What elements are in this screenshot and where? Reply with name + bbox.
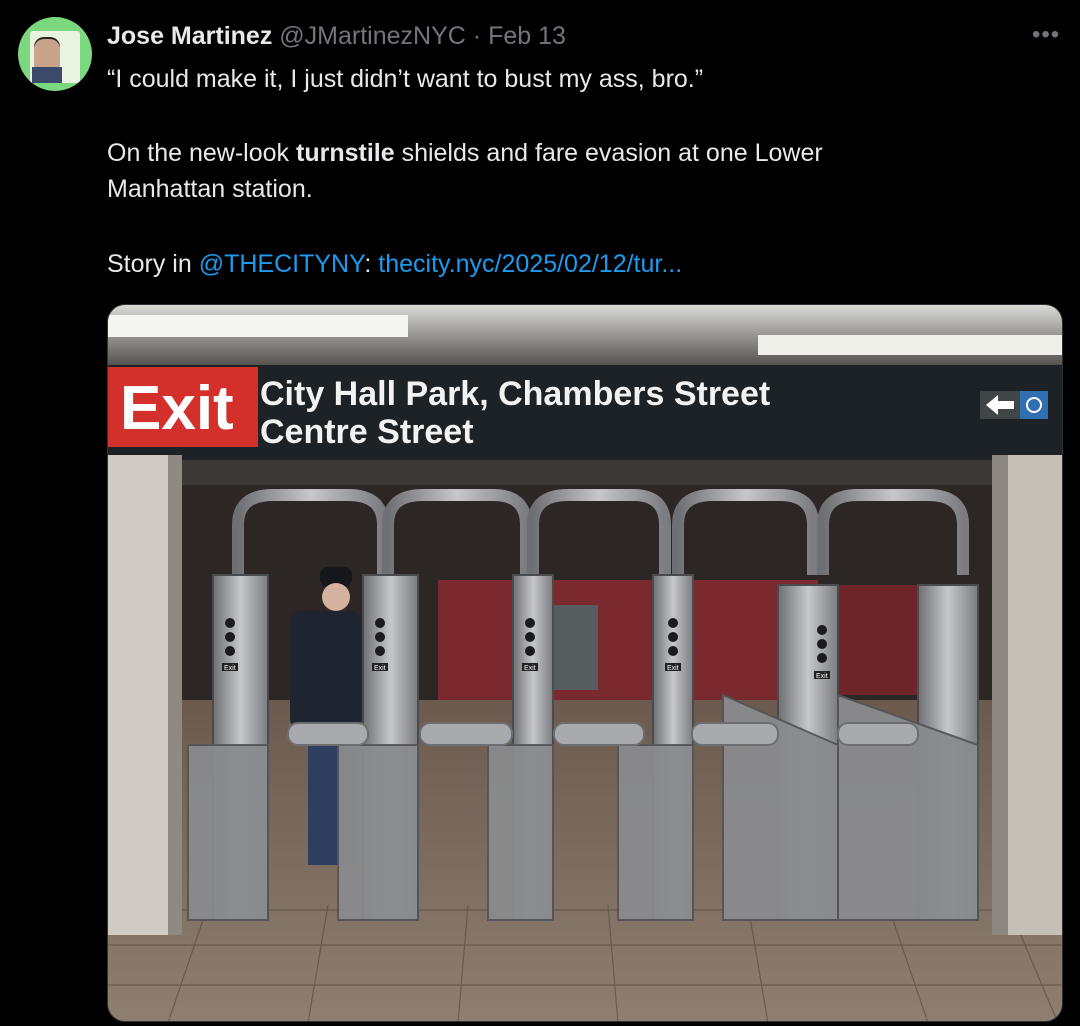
story-prefix: Story in [107,250,199,278]
pillar-shadow [992,455,1008,935]
left-pillar [108,455,168,935]
story-line: Story in @THECITYNY: thecity.nyc/2025/02… [107,246,1037,282]
gate-exit-label: Exit [524,665,536,672]
avatar-shirt [32,67,62,83]
avatar[interactable] [18,17,92,91]
para-text: shields and fare evasion at one Lower [394,139,823,167]
tweet-date[interactable]: Feb 13 [488,22,566,50]
gate-exit-label: Exit [667,665,679,672]
tweet-paragraph: On the new-look turnstile shields and fa… [107,135,1037,207]
tweet-header: Jose Martinez @JMartinezNYC · Feb 13 [107,20,566,52]
bold-keyword: turnstile [296,139,395,167]
author-name[interactable]: Jose Martinez [107,22,272,50]
tweet-photo[interactable]: Exit City Hall Park, Chambers Street Cen… [107,304,1063,1022]
gate-exit-label: Exit [224,665,236,672]
separator-dot: · [472,22,482,50]
ceiling-light [108,315,408,337]
author-handle[interactable]: @JMartinezNYC [279,22,466,50]
tweet-quote-line: “I could make it, I just didn’t want to … [107,65,704,93]
para-text: On the new-look [107,139,296,167]
gate-exit-label: Exit [816,673,828,680]
subway-turnstile-photo: Exit City Hall Park, Chambers Street Cen… [108,305,1062,1021]
colon: : [364,250,379,278]
sign-line2: Centre Street [260,413,474,451]
elevator-door [548,605,598,690]
exit-sign-text: Exit [120,374,234,443]
para-text: Manhattan station. [107,175,313,203]
red-wall [828,585,918,695]
sign-line1: City Hall Park, Chambers Street [260,375,770,413]
red-wall [438,580,818,700]
right-pillar [1008,455,1062,935]
pillar-shadow [168,455,182,935]
wheelchair-icon [1020,391,1048,419]
mention-link[interactable]: @THECITYNY [199,250,365,278]
gate-exit-label: Exit [374,665,386,672]
story-url-link[interactable]: thecity.nyc/2025/02/12/tur... [378,250,682,278]
ceiling-light [758,335,1062,355]
ellipsis-icon[interactable]: ••• [1032,21,1060,49]
